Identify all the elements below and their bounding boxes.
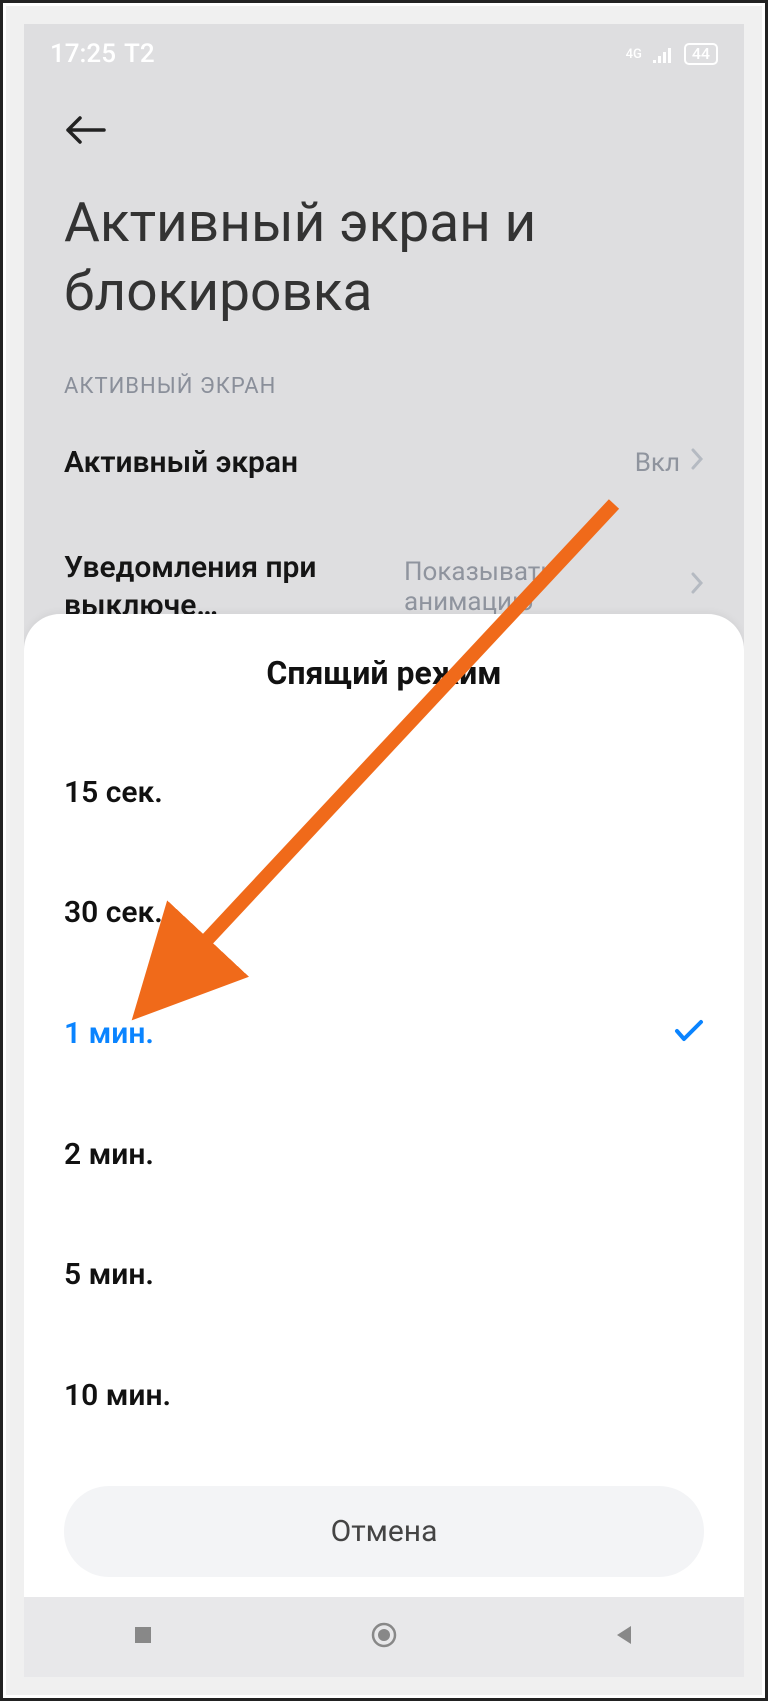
setting-row-active-screen[interactable]: Активный экран Вкл: [64, 444, 704, 482]
nav-back-icon[interactable]: [613, 1623, 637, 1651]
chevron-right-icon: [690, 571, 704, 602]
signal-icon: [652, 45, 674, 63]
network-type-label: 4G: [626, 47, 642, 62]
setting-value: Показывать анимацию: [404, 557, 704, 617]
sheet-title: Спящий режим: [64, 654, 704, 692]
page-background: 17:25 Т2 4G 44: [6, 6, 762, 1695]
setting-value: Вкл: [635, 447, 704, 478]
chevron-right-icon: [690, 447, 704, 478]
sleep-option[interactable]: 2 мин.: [64, 1127, 704, 1182]
sleep-option[interactable]: 1 мин.: [64, 1006, 704, 1061]
setting-label: Активный экран: [64, 444, 298, 482]
status-time: 17:25: [50, 39, 116, 69]
options-list: 15 сек. 30 сек. 1 мин. 2 мин. 5 мин. 10 мин.: [64, 732, 704, 1476]
battery-icon: 44: [684, 43, 718, 65]
nav-home-icon[interactable]: [370, 1621, 398, 1653]
check-icon: [674, 1016, 704, 1051]
sleep-option[interactable]: 5 мин.: [64, 1247, 704, 1302]
outer-frame: 17:25 Т2 4G 44: [0, 0, 768, 1701]
page-title: Активный экран и блокировка: [64, 189, 704, 327]
setting-label: Уведомления при выключе…: [64, 549, 404, 624]
sleep-option[interactable]: 30 сек.: [64, 885, 704, 940]
navigation-bar: [24, 1597, 744, 1677]
option-label: 15 сек.: [64, 775, 163, 810]
bottom-sheet-sleep-mode: Спящий режим 15 сек. 30 сек. 1 мин. 2 мин. 5…: [24, 614, 744, 1597]
back-row: [24, 104, 744, 160]
option-label: 1 мин.: [64, 1016, 154, 1051]
section-label: АКТИВНЫЙ ЭКРАН: [64, 374, 276, 399]
setting-row-notifications[interactable]: Уведомления при выключе… Показывать аним…: [64, 549, 704, 624]
status-carrier: Т2: [124, 39, 155, 69]
option-label: 2 мин.: [64, 1137, 154, 1172]
status-bar: 17:25 Т2 4G 44: [24, 24, 744, 84]
phone-screen: 17:25 Т2 4G 44: [24, 24, 744, 1677]
option-label: 10 мин.: [64, 1378, 171, 1413]
option-label: 30 сек.: [64, 895, 163, 930]
back-arrow-icon[interactable]: [64, 131, 108, 150]
cancel-button[interactable]: Отмена: [64, 1486, 704, 1577]
option-label: 5 мин.: [64, 1257, 154, 1292]
nav-recent-icon[interactable]: [131, 1623, 155, 1651]
sleep-option[interactable]: 15 сек.: [64, 765, 704, 820]
sleep-option[interactable]: 10 мин.: [64, 1368, 704, 1423]
